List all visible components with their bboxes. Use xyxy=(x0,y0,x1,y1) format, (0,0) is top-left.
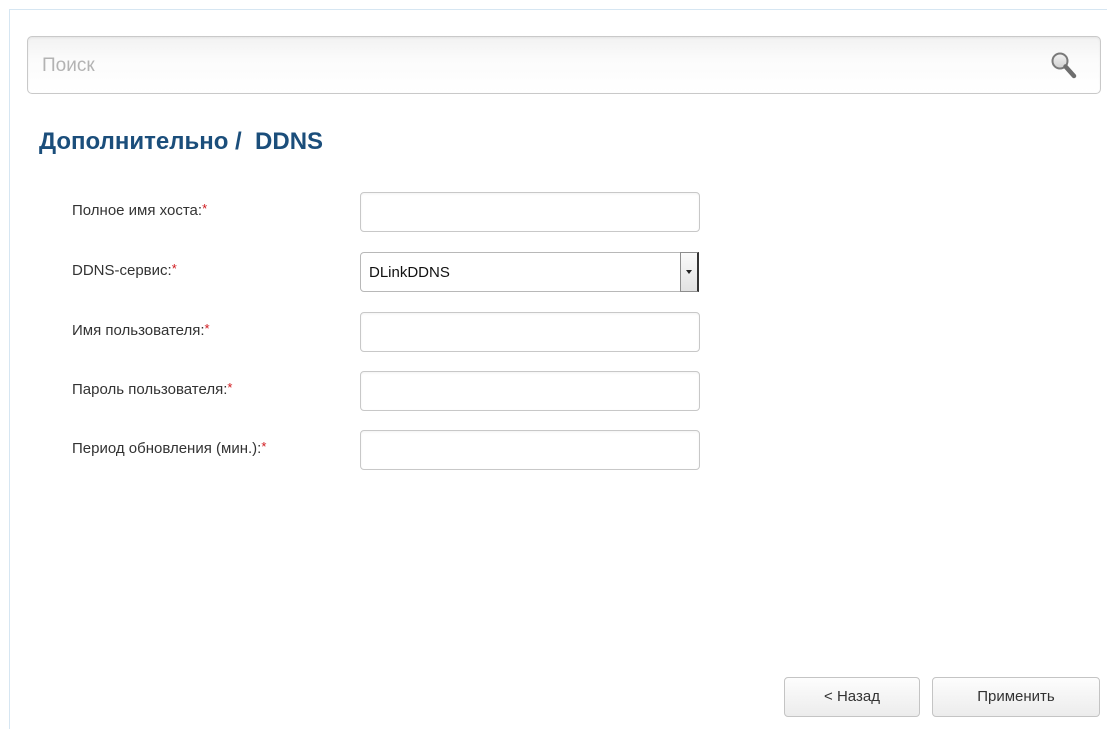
username-label: Имя пользователя:* xyxy=(72,321,210,339)
hostname-row: Полное имя хоста:* xyxy=(0,192,760,234)
service-label: DDNS-сервис:* xyxy=(72,261,177,279)
username-field[interactable] xyxy=(360,312,700,352)
period-row: Период обновления (мин.):* xyxy=(0,430,760,472)
hostname-field[interactable] xyxy=(360,192,700,232)
search-bar xyxy=(27,36,1101,94)
service-row: DDNS-сервис:* DLinkDDNS xyxy=(0,252,760,294)
content-frame xyxy=(9,9,1107,729)
ddns-service-value: DLinkDDNS xyxy=(369,264,450,281)
period-label: Период обновления (мин.):* xyxy=(72,439,267,457)
search-icon[interactable] xyxy=(1050,51,1078,81)
apply-button[interactable]: Применить xyxy=(932,677,1100,717)
required-mark: * xyxy=(261,439,267,454)
password-label: Пароль пользователя:* xyxy=(72,380,233,398)
required-mark: * xyxy=(171,261,177,276)
hostname-label: Полное имя хоста:* xyxy=(72,201,208,219)
ddns-service-select[interactable]: DLinkDDNS xyxy=(360,252,699,292)
page-title: Дополнительно / DDNS xyxy=(39,128,324,155)
required-mark: * xyxy=(227,380,233,395)
required-mark: * xyxy=(202,201,208,216)
required-mark: * xyxy=(204,321,210,336)
username-row: Имя пользователя:* xyxy=(0,312,760,354)
password-field[interactable] xyxy=(360,371,700,411)
search-input[interactable] xyxy=(42,51,1022,81)
password-row: Пароль пользователя:* xyxy=(0,371,760,413)
back-button[interactable]: < Назад xyxy=(784,677,920,717)
chevron-down-icon[interactable] xyxy=(680,252,699,292)
update-period-field[interactable] xyxy=(360,430,700,470)
